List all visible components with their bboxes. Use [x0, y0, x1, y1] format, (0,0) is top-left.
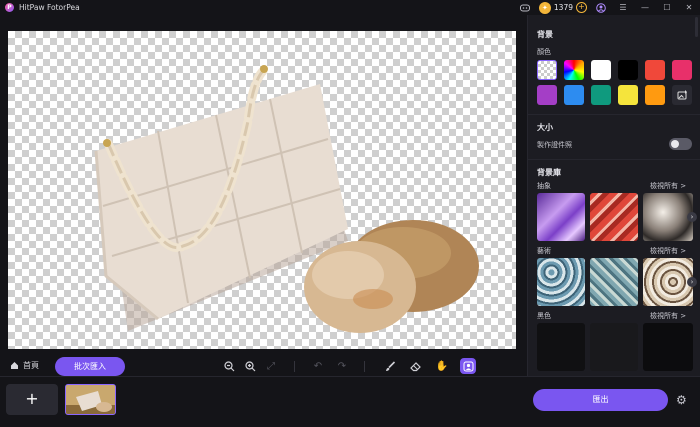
- swatch-white[interactable]: [591, 60, 611, 80]
- size-title: 大小: [537, 123, 553, 132]
- art-next-arrow-icon[interactable]: ›: [687, 277, 697, 287]
- abstract-next-arrow-icon[interactable]: ›: [687, 212, 697, 222]
- background-title: 背景: [537, 30, 553, 39]
- app-logo-icon: P: [5, 3, 14, 12]
- add-image-button[interactable]: +: [6, 384, 58, 415]
- swatch-upload-image[interactable]: [672, 85, 692, 105]
- image-add-icon: [677, 90, 687, 99]
- panel-scrollbar[interactable]: [695, 17, 698, 37]
- fit-icon[interactable]: ⤢: [263, 358, 279, 374]
- brush-icon[interactable]: [382, 358, 398, 374]
- view-all-black-link[interactable]: 檢視所有 >: [650, 311, 686, 321]
- home-link[interactable]: 首頁: [10, 360, 39, 371]
- swatch-blue[interactable]: [564, 85, 584, 105]
- black-thumb[interactable]: [643, 323, 693, 371]
- category-art-label: 藝術: [537, 247, 551, 255]
- add-coins-icon[interactable]: +: [576, 2, 587, 13]
- maximize-icon[interactable]: ☐: [656, 0, 678, 15]
- portrait-icon[interactable]: [460, 358, 476, 374]
- title-bar-controls: ✦ 1379 + ☰ — ☐ ✕: [514, 0, 700, 15]
- color-label: 顏色: [537, 48, 551, 56]
- export-button[interactable]: 匯出: [533, 389, 668, 411]
- discord-icon[interactable]: [514, 0, 536, 15]
- home-label: 首頁: [23, 361, 39, 370]
- abstract-thumb[interactable]: [537, 193, 585, 241]
- black-thumb[interactable]: [590, 323, 638, 371]
- swatch-red[interactable]: [645, 60, 665, 80]
- art-thumb[interactable]: [643, 258, 693, 306]
- home-icon: [11, 362, 18, 369]
- art-thumb[interactable]: [590, 258, 638, 306]
- coin-balance[interactable]: ✦ 1379 +: [538, 1, 587, 14]
- swatch-purple[interactable]: [537, 85, 557, 105]
- category-abstract-label: 抽象: [537, 182, 551, 190]
- id-photo-toggle[interactable]: [669, 138, 692, 150]
- swatch-yellow[interactable]: [618, 85, 638, 105]
- gear-icon[interactable]: ⚙: [676, 393, 687, 407]
- zoom-in-icon[interactable]: [242, 358, 258, 374]
- id-photo-label: 製作證件照: [537, 141, 572, 149]
- user-icon[interactable]: [590, 0, 612, 15]
- toolbar-separator: [294, 361, 295, 372]
- app-title: HitPaw FotorPea: [19, 3, 80, 12]
- swatch-black[interactable]: [618, 60, 638, 80]
- art-thumb[interactable]: [537, 258, 585, 306]
- batch-import-button[interactable]: 批次匯入: [55, 357, 125, 376]
- toolbar-divider: [0, 376, 700, 377]
- background-panel: 背景 顏色 大小 製作證件照 背景庫 抽象 檢視所有 > › 藝術 檢視所有 >…: [527, 15, 700, 377]
- close-icon[interactable]: ✕: [678, 0, 700, 15]
- title-bar: P HitPaw FotorPea ✦ 1379 + ☰ — ☐ ✕: [0, 0, 700, 15]
- library-title: 背景庫: [537, 168, 561, 177]
- undo-icon[interactable]: ↶: [310, 358, 326, 374]
- view-all-art-link[interactable]: 檢視所有 >: [650, 246, 686, 256]
- swatch-orange[interactable]: [645, 85, 665, 105]
- swatch-teal[interactable]: [591, 85, 611, 105]
- filmstrip-thumbnail[interactable]: [65, 384, 116, 415]
- redo-icon[interactable]: ↷: [334, 358, 350, 374]
- image-canvas[interactable]: [8, 31, 516, 349]
- swatch-custom-color[interactable]: [564, 60, 584, 80]
- coin-count: 1379: [553, 3, 573, 12]
- panel-divider: [528, 159, 700, 160]
- abstract-thumb[interactable]: [643, 193, 693, 241]
- settings-icon[interactable]: ☰: [612, 0, 634, 15]
- view-all-abstract-link[interactable]: 檢視所有 >: [650, 181, 686, 191]
- coin-icon: ✦: [538, 1, 551, 14]
- swatch-pink[interactable]: [672, 60, 692, 80]
- toolbar-separator: [364, 361, 365, 372]
- panel-divider: [528, 114, 700, 115]
- category-black-label: 黑色: [537, 312, 551, 320]
- canvas-area: [0, 15, 526, 376]
- app-window: P HitPaw FotorPea ✦ 1379 + ☰ — ☐ ✕ 背景 顏色…: [0, 0, 700, 427]
- zoom-out-icon[interactable]: [221, 358, 237, 374]
- product-cutout-image: [94, 65, 479, 333]
- black-thumb[interactable]: [537, 323, 585, 371]
- swatch-transparent[interactable]: [537, 60, 557, 80]
- abstract-thumb[interactable]: [590, 193, 638, 241]
- hand-icon[interactable]: ✋: [434, 358, 450, 374]
- minimize-icon[interactable]: —: [634, 0, 656, 15]
- eraser-icon[interactable]: [408, 358, 424, 374]
